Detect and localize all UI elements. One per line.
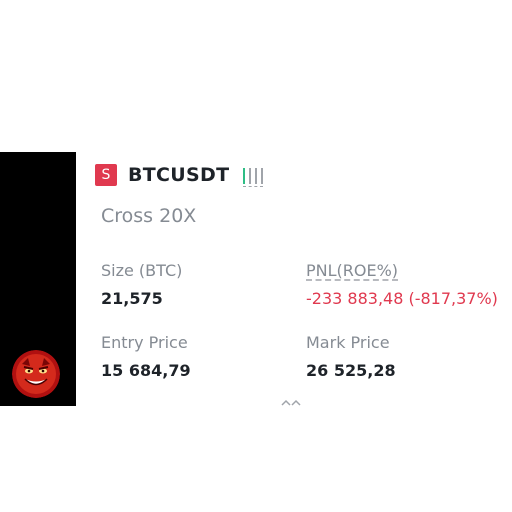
size-value: 21,575 — [101, 289, 163, 308]
entry-price-label: Entry Price — [101, 333, 188, 352]
leverage-bar — [243, 167, 246, 184]
left-panel — [0, 152, 76, 406]
mark-price-label: Mark Price — [306, 333, 390, 352]
mark-price-value: 26 525,28 — [306, 361, 396, 380]
entry-price-value: 15 684,79 — [101, 361, 191, 380]
short-side-badge: S — [95, 164, 117, 186]
symbol-title[interactable]: BTCUSDT — [128, 164, 229, 186]
pnl-value: -233 883,48 (-817,37%) — [306, 289, 498, 308]
devil-face-icon — [12, 350, 60, 398]
leverage-bar — [249, 167, 252, 184]
leverage-bars-icon[interactable] — [243, 164, 264, 187]
leverage-bar — [261, 167, 264, 184]
margin-mode-label[interactable]: Cross 20X — [101, 205, 196, 227]
leverage-bar — [255, 167, 258, 184]
pnl-label[interactable]: PNL(ROE%) — [306, 261, 398, 280]
position-header: S BTCUSDT — [95, 163, 264, 187]
avatar[interactable] — [12, 350, 60, 398]
chevron-up-icon[interactable] — [280, 398, 302, 406]
size-label: Size (BTC) — [101, 261, 183, 280]
